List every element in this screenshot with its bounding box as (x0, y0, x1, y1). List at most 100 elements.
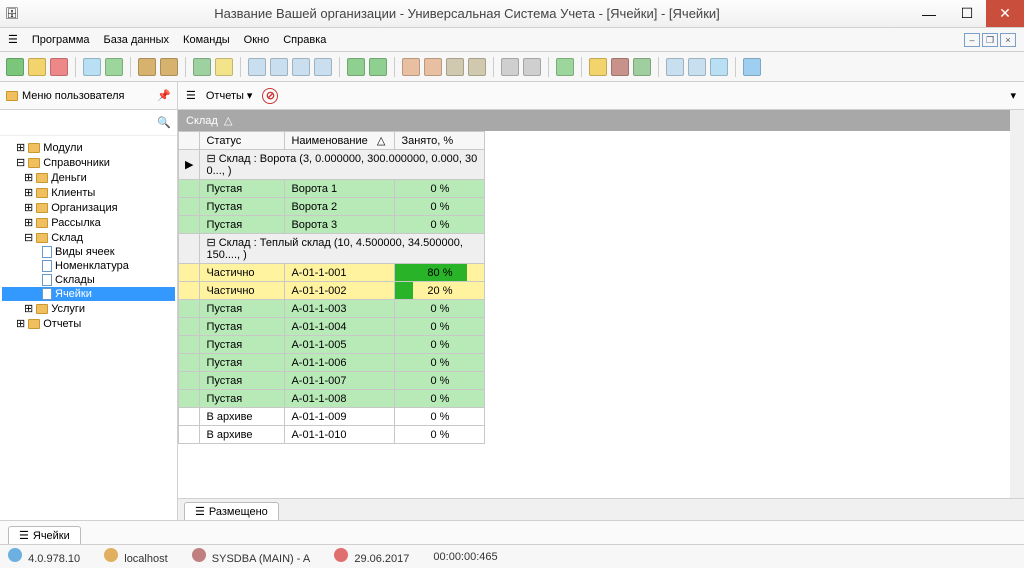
reports-button[interactable]: Отчеты ▾ (202, 87, 257, 104)
tree-rassylka[interactable]: ⊞Рассылка (2, 215, 175, 230)
sidebar-title: Меню пользователя (22, 90, 124, 102)
table-row[interactable]: ПустаяA-01-1-0060 % (179, 354, 485, 372)
b1-icon[interactable] (248, 58, 266, 76)
export-icon[interactable] (688, 58, 706, 76)
detail-tabs: ☰Размещено (178, 498, 1024, 520)
mdi-min-icon[interactable]: – (964, 33, 980, 47)
close-button[interactable]: ✕ (986, 0, 1024, 27)
new-icon[interactable] (6, 58, 24, 76)
table-row[interactable]: ПустаяВорота 10 % (179, 180, 485, 198)
chevron-down-icon: ▾ (247, 89, 253, 102)
stop-icon[interactable]: ⊘ (262, 88, 278, 104)
table-row[interactable]: ЧастичноA-01-1-00220 % (179, 282, 485, 300)
b4-icon[interactable] (314, 58, 332, 76)
tree-org[interactable]: ⊞Организация (2, 200, 175, 215)
content-toolbar: ☰ Отчеты ▾ ⊘ ▾ (178, 82, 1024, 110)
table-row[interactable]: ЧастичноA-01-1-00180 % (179, 264, 485, 282)
tree-otchety[interactable]: ⊞Отчеты (2, 316, 175, 331)
tree-vidy[interactable]: Виды ячеек (2, 245, 175, 259)
filter-icon[interactable] (138, 58, 156, 76)
c3-icon[interactable] (446, 58, 464, 76)
maximize-button[interactable]: ☐ (948, 0, 986, 27)
b3-icon[interactable] (292, 58, 310, 76)
main-toolbar (0, 52, 1024, 82)
send-icon[interactable] (710, 58, 728, 76)
lock-icon[interactable] (589, 58, 607, 76)
info-icon[interactable] (743, 58, 761, 76)
users-icon[interactable] (611, 58, 629, 76)
mdi-restore-icon[interactable]: ❐ (982, 33, 998, 47)
menu-Программа[interactable]: Программа (32, 34, 90, 46)
tree-modules[interactable]: ⊞Модули (2, 140, 175, 155)
menu-Справка[interactable]: Справка (283, 34, 326, 46)
table-row[interactable]: В архивеA-01-1-0100 % (179, 426, 485, 444)
menu-icon: ☰ (186, 89, 196, 102)
tools-icon[interactable] (501, 58, 519, 76)
pin-icon[interactable]: 📌 (157, 89, 171, 102)
grid-area[interactable]: Склад △ Статус Наименование △ Занято, % … (178, 110, 1024, 498)
menu-Команды[interactable]: Команды (183, 34, 230, 46)
menu-icon: ☰ (8, 33, 18, 46)
c2-icon[interactable] (424, 58, 442, 76)
tree-uslugi[interactable]: ⊞Услуги (2, 301, 175, 316)
header-row[interactable]: Статус Наименование △ Занято, % (179, 132, 485, 150)
b2-icon[interactable] (270, 58, 288, 76)
ok-icon[interactable] (556, 58, 574, 76)
doc-tab-yacheyki[interactable]: ☰Ячейки (8, 526, 81, 544)
user: SYSDBA (MAIN) - A (212, 553, 310, 565)
menu-Окно[interactable]: Окно (244, 34, 270, 46)
mdi-buttons[interactable]: – ❐ × (964, 33, 1016, 47)
group-row[interactable]: ⊟ Склад : Теплый склад (10, 4.500000, 34… (179, 234, 485, 264)
window-title: Название Вашей организации - Универсальн… (24, 6, 910, 21)
tree[interactable]: ⊞Модули ⊟Справочники ⊞Деньги ⊞Клиенты ⊞О… (0, 136, 177, 520)
tree-yacheyki[interactable]: Ячейки (2, 287, 175, 301)
tree-klienty[interactable]: ⊞Клиенты (2, 185, 175, 200)
tree-nomen[interactable]: Номенклатура (2, 259, 175, 273)
table-row[interactable]: ПустаяA-01-1-0080 % (179, 390, 485, 408)
mdi-close-icon[interactable]: × (1000, 33, 1016, 47)
refresh-icon[interactable] (105, 58, 123, 76)
group-by-bar[interactable]: Склад △ (178, 110, 1010, 131)
db-icon[interactable] (633, 58, 651, 76)
col-occ[interactable]: Занято, % (395, 132, 485, 150)
delete-icon[interactable] (50, 58, 68, 76)
col-name[interactable]: Наименование △ (285, 132, 395, 150)
menu-База данных[interactable]: База данных (104, 34, 170, 46)
table-row[interactable]: ПустаяA-01-1-0040 % (179, 318, 485, 336)
document-tabs: ☰Ячейки (0, 520, 1024, 544)
folder-icon (6, 91, 18, 101)
table-row[interactable]: ПустаяA-01-1-0050 % (179, 336, 485, 354)
grid2-icon[interactable] (215, 58, 233, 76)
open-icon[interactable] (28, 58, 46, 76)
table-row[interactable]: ПустаяA-01-1-0030 % (179, 300, 485, 318)
tree-sklad[interactable]: ⊟Склад (2, 230, 175, 245)
grid1-icon[interactable] (193, 58, 211, 76)
minimize-button[interactable]: — (910, 0, 948, 27)
search-icon[interactable]: 🔍 (157, 116, 171, 129)
table-row[interactable]: ПустаяA-01-1-0070 % (179, 372, 485, 390)
tree-spravochniki[interactable]: ⊟Справочники (2, 155, 175, 170)
version: 4.0.978.10 (28, 553, 80, 565)
tab-razmeshcheno[interactable]: ☰Размещено (184, 502, 279, 520)
print-icon[interactable] (666, 58, 684, 76)
user-icon (192, 548, 206, 562)
chevron-icon[interactable]: ▾ (1010, 89, 1016, 102)
excel2-icon[interactable] (369, 58, 387, 76)
tree-dengi[interactable]: ⊞Деньги (2, 170, 175, 185)
c1-icon[interactable] (402, 58, 420, 76)
app-icon: 🗄 (0, 7, 24, 20)
menubar: ☰ Программа База данных Команды Окно Справка… (0, 28, 1024, 52)
cfg-icon[interactable] (523, 58, 541, 76)
excel-icon[interactable] (347, 58, 365, 76)
table-row[interactable]: ПустаяВорота 30 % (179, 216, 485, 234)
date: 29.06.2017 (354, 553, 409, 565)
col-status[interactable]: Статус (200, 132, 285, 150)
c4-icon[interactable] (468, 58, 486, 76)
table-row[interactable]: ПустаяВорота 20 % (179, 198, 485, 216)
search-icon[interactable] (83, 58, 101, 76)
group-row[interactable]: ▶⊟ Склад : Ворота (3, 0.000000, 300.0000… (179, 150, 485, 180)
table-row[interactable]: В архивеA-01-1-0090 % (179, 408, 485, 426)
sidebar: Меню пользователя 📌 🔍 ⊞Модули ⊟Справочни… (0, 82, 178, 520)
filter2-icon[interactable] (160, 58, 178, 76)
tree-sklady[interactable]: Склады (2, 273, 175, 287)
